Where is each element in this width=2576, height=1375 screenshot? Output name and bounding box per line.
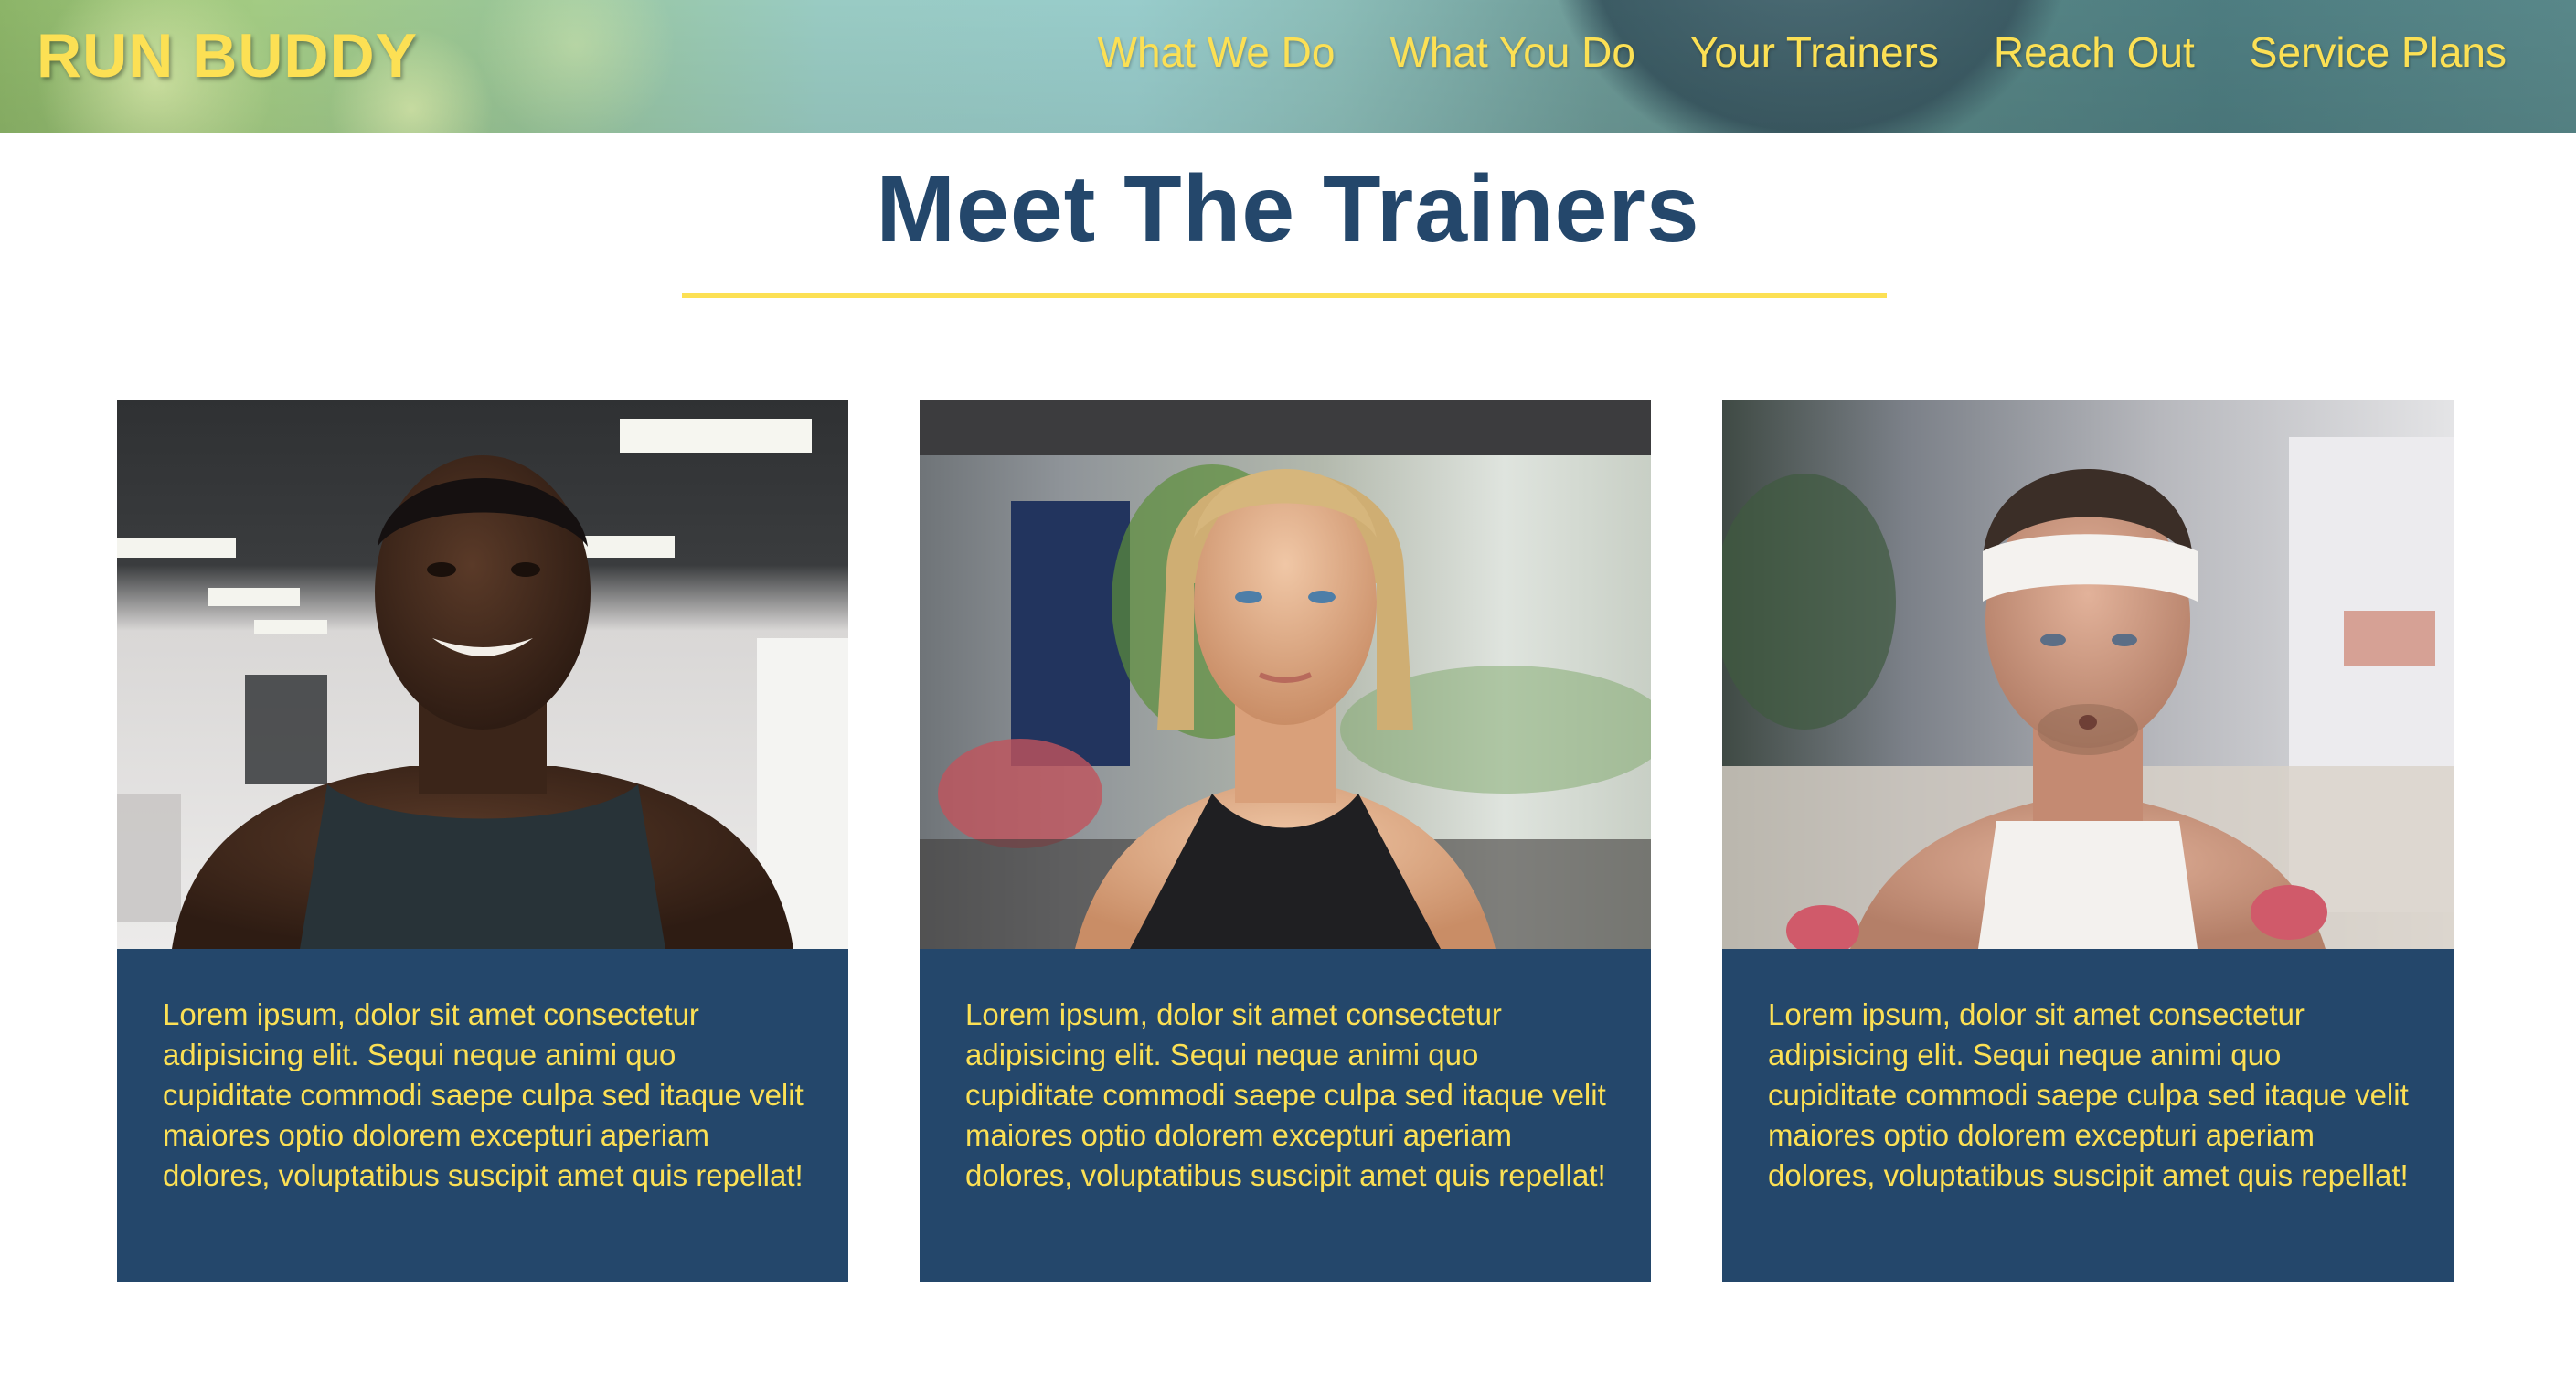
- title-underline: [682, 293, 1887, 298]
- trainer-bio: Lorem ipsum, dolor sit amet consectetur …: [965, 997, 1606, 1192]
- nav-link-service-plans[interactable]: Service Plans: [2250, 27, 2507, 77]
- nav-link-what-you-do[interactable]: What You Do: [1389, 27, 1635, 77]
- site-header: RUN BUDDY What We Do What You Do Your Tr…: [0, 0, 2576, 133]
- trainer-card: Lorem ipsum, dolor sit amet consectetur …: [1722, 400, 2454, 1282]
- main-nav: What We Do What You Do Your Trainers Rea…: [1098, 27, 2507, 77]
- section-title: Meet The Trainers: [876, 156, 1700, 262]
- site-logo[interactable]: RUN BUDDY: [37, 20, 418, 91]
- trainer-bio: Lorem ipsum, dolor sit amet consectetur …: [163, 997, 804, 1192]
- trainer-photo: [1722, 400, 2454, 949]
- nav-link-reach-out[interactable]: Reach Out: [1994, 27, 2195, 77]
- trainer-photo: [920, 400, 1651, 949]
- nav-link-your-trainers[interactable]: Your Trainers: [1690, 27, 1939, 77]
- nav-link-what-we-do[interactable]: What We Do: [1098, 27, 1336, 77]
- trainer-bio: Lorem ipsum, dolor sit amet consectetur …: [1768, 997, 2409, 1192]
- trainer-card: Lorem ipsum, dolor sit amet consectetur …: [117, 400, 848, 1282]
- trainer-card: Lorem ipsum, dolor sit amet consectetur …: [920, 400, 1651, 1282]
- trainer-photo: [117, 400, 848, 949]
